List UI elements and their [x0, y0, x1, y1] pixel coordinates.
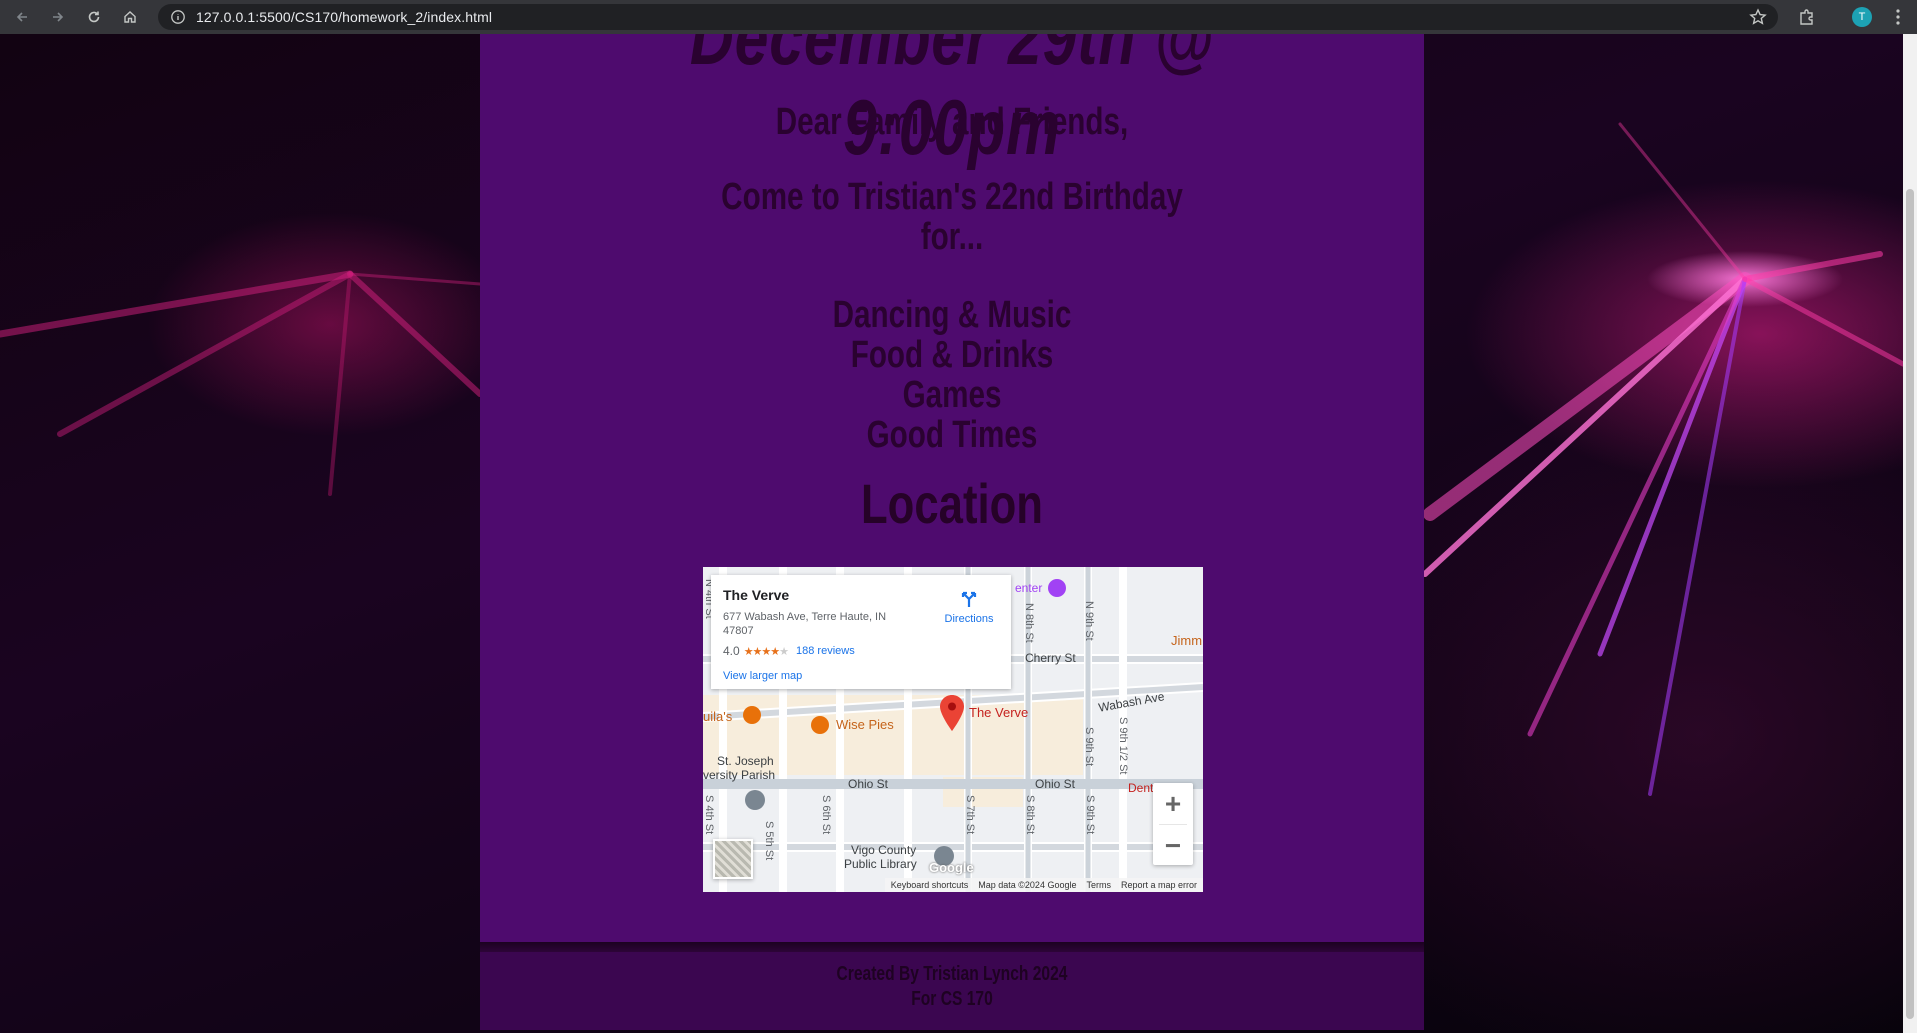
poi-label-parish: St. Joseph — [717, 754, 774, 768]
street-label: S 7th St — [964, 795, 976, 835]
zoom-control: + − — [1153, 783, 1193, 865]
street-label: S 6th St — [820, 795, 832, 835]
view-larger-map-link[interactable]: View larger map — [723, 670, 999, 682]
poi-label-wise-pies: Wise Pies — [836, 717, 894, 732]
activities-list: Dancing & Music Food & Drinks Games Good… — [584, 295, 1320, 455]
poi-label-library: Vigo County — [851, 843, 917, 857]
forward-arrow-icon — [53, 12, 64, 22]
rating-row: 4.0 ★★★★★ 188 reviews — [723, 644, 999, 658]
menu-kebab-icon[interactable] — [1888, 7, 1908, 27]
terms-link[interactable]: Terms — [1086, 880, 1111, 890]
url-text: 127.0.0.1:5500/CS170/homework_2/index.ht… — [196, 9, 493, 25]
bookmark-star-icon[interactable] — [1748, 7, 1768, 27]
activity-item: Good Times — [866, 414, 1038, 456]
site-info-icon[interactable] — [170, 9, 186, 25]
page-footer: Created By Tristian Lynch 2024 For CS 17… — [480, 952, 1424, 1030]
street-label: Cherry St — [1025, 651, 1076, 665]
home-icon — [124, 11, 136, 23]
poi-label-center: enter — [1015, 581, 1043, 595]
directions-icon — [961, 591, 977, 607]
rating-stars-icon: ★★★★★ — [743, 645, 789, 658]
location-heading: Location — [860, 472, 1043, 535]
address-bar[interactable]: 127.0.0.1:5500/CS170/homework_2/index.ht… — [158, 4, 1778, 30]
directions-label: Directions — [944, 613, 994, 625]
home-button[interactable] — [116, 3, 144, 31]
footer-text: Created By Tristian Lynch 2024 For CS 17… — [584, 962, 1320, 1012]
reload-button[interactable] — [80, 3, 108, 31]
footer-divider — [480, 942, 1424, 952]
report-error-link[interactable]: Report a map error — [1121, 880, 1197, 890]
street-label: S 4th St — [703, 795, 715, 835]
poi-label-library: Public Library — [844, 857, 917, 871]
browser-toolbar: 127.0.0.1:5500/CS170/homework_2/index.ht… — [0, 0, 1917, 34]
zoom-out-button[interactable]: − — [1153, 825, 1193, 866]
footer-course: For CS 170 — [911, 988, 993, 1010]
scrollbar-thumb[interactable] — [1906, 189, 1914, 1019]
activity-item: Games — [902, 374, 1002, 416]
place-info-card: The Verve 677 Wabash Ave, Terre Haute, I… — [711, 575, 1011, 689]
street-label: S 9th St — [1083, 727, 1095, 767]
poi-label-verve: The Verve — [969, 705, 1029, 720]
rating-value: 4.0 — [723, 644, 740, 658]
keyboard-shortcuts-link[interactable]: Keyboard shortcuts — [891, 880, 969, 890]
profile-avatar[interactable]: T — [1852, 7, 1872, 27]
street-label: S 9th St — [1084, 795, 1096, 835]
page-scrollbar[interactable] — [1903, 34, 1917, 1033]
zoom-in-button[interactable]: + — [1153, 783, 1193, 824]
reviews-link[interactable]: 188 reviews — [796, 645, 855, 657]
poi-label-parish: versity Parish — [703, 768, 776, 782]
street-label: Ohio St — [848, 777, 889, 791]
poi-label-jimmy: Jimm — [1171, 633, 1203, 648]
footer-credit: Created By Tristian Lynch 2024 — [836, 963, 1068, 985]
street-label: N 8th St — [1023, 603, 1035, 643]
greeting-text: Dear Family and Friends, — [775, 101, 1129, 143]
street-label: N 9th St — [1083, 601, 1095, 641]
map-data-text: Map data ©2024 Google — [978, 880, 1077, 890]
street-label: S 8th St — [1024, 795, 1036, 835]
page-viewport: December 29th @ 9:00pm Dear Family and F… — [0, 34, 1903, 1033]
activity-item: Dancing & Music — [832, 294, 1072, 336]
place-address: 677 Wabash Ave, Terre Haute, IN 47807 — [723, 611, 887, 637]
invite-text: Come to Tristian's 22nd Birthday for... — [584, 177, 1320, 257]
reload-icon — [88, 11, 100, 23]
invite-line-2: for... — [920, 216, 984, 258]
forward-button[interactable] — [44, 3, 72, 31]
embedded-map[interactable]: Cherry St Wabash Ave Ohio St Ohio St The… — [703, 567, 1203, 892]
street-label: S 5th St — [763, 821, 775, 861]
invite-line-1: Come to Tristian's 22nd Birthday — [721, 176, 1183, 218]
street-label: S 9th 1/2 St — [1117, 717, 1129, 775]
activity-item: Food & Drinks — [850, 334, 1054, 376]
poi-label-restaurant: uila's — [703, 709, 733, 724]
extensions-puzzle-icon[interactable] — [1797, 7, 1817, 27]
street-label: Ohio St — [1035, 777, 1076, 791]
poi-label-dental: Dent — [1128, 781, 1154, 795]
map-attribution: Keyboard shortcuts Map data ©2024 Google… — [884, 878, 1203, 892]
satellite-toggle[interactable] — [713, 839, 753, 879]
invitation-panel: December 29th @ 9:00pm Dear Family and F… — [480, 34, 1424, 942]
back-arrow-icon — [16, 12, 27, 22]
back-button[interactable] — [8, 3, 36, 31]
google-logo: Google — [929, 860, 974, 875]
directions-button[interactable]: Directions — [939, 589, 999, 625]
location-pin-icon[interactable] — [940, 695, 964, 731]
